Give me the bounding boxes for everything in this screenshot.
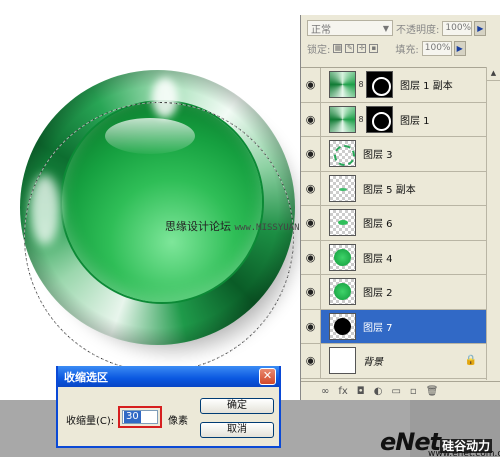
layer-thumbnail[interactable] <box>329 174 356 202</box>
fill-label: 填充: <box>395 44 419 56</box>
layer-list: ◉ 8 图层 1 副本 ◉ 8 图层 1 ◉ 图层 3 ◉ 图层 5 副本 ◉ 图层 6 ◉ 图层 4 ◉ 图… <box>301 67 500 379</box>
layer-row[interactable]: ◉ 图层 7 <box>301 309 500 344</box>
eye-icon[interactable]: ◉ <box>301 275 321 309</box>
contract-amount-value: 30 <box>124 411 141 423</box>
layer-name[interactable]: 图层 2 <box>363 284 393 299</box>
layer-mask-thumbnail[interactable] <box>366 71 393 99</box>
layer-row[interactable]: ◉ 图层 2 <box>301 275 500 310</box>
layer-row[interactable]: ◉ 图层 5 副本 <box>301 171 500 206</box>
chain-link-icon[interactable]: 8 <box>356 115 366 124</box>
cancel-button[interactable]: 取消 <box>200 422 274 438</box>
lock-transparency-icon[interactable]: ▦ <box>333 43 343 53</box>
close-icon: ✕ <box>262 369 273 382</box>
unit-label: 像素 <box>168 416 188 427</box>
eye-icon[interactable]: ◉ <box>301 102 321 136</box>
link-icon[interactable]: ∞ <box>321 386 329 397</box>
mask-icon[interactable]: ◘ <box>357 386 365 397</box>
lock-icon: 🔒 <box>464 355 477 367</box>
opacity-slider-button[interactable]: ▶ <box>474 20 487 36</box>
eye-icon[interactable]: ◉ <box>301 240 321 274</box>
eye-icon[interactable]: ◉ <box>301 206 321 240</box>
layer-thumbnail[interactable] <box>329 347 356 375</box>
contract-amount-label: 收缩量(C): <box>66 416 115 427</box>
adjustment-icon[interactable]: ◐ <box>374 386 383 397</box>
folder-icon[interactable]: ▭ <box>391 386 400 397</box>
layer-thumbnail[interactable] <box>329 209 356 237</box>
eye-icon[interactable]: ◉ <box>301 137 321 171</box>
layer-name[interactable]: 图层 1 <box>400 112 430 127</box>
layer-name[interactable]: 图层 3 <box>363 146 393 161</box>
layers-bottom-toolbar: ∞ fx ◘ ◐ ▭ ▫ 🗑 <box>301 381 500 400</box>
dialog-title: 收缩选区 <box>64 370 108 384</box>
fill-slider-button[interactable]: ▶ <box>453 40 466 56</box>
layer-thumbnail[interactable] <box>329 105 356 133</box>
new-layer-icon[interactable]: ▫ <box>410 386 417 397</box>
layer-thumbnail[interactable] <box>329 278 356 306</box>
highlight-box: 30 <box>118 406 162 428</box>
lock-all-icon[interactable]: ▪ <box>369 43 379 53</box>
eye-icon[interactable]: ◉ <box>301 344 321 378</box>
layer-row[interactable]: ◉ 图层 3 <box>301 137 500 172</box>
fill-input[interactable]: 100% <box>421 40 452 56</box>
watermark-text: 思缘设计论坛 <box>165 220 231 233</box>
layer-thumbnail[interactable] <box>329 312 356 340</box>
contract-selection-dialog: 收缩选区 ✕ 收缩量(C): 30 像素 确定 取消 <box>56 366 281 448</box>
eye-icon[interactable]: ◉ <box>301 68 321 102</box>
logo-domain: www.enet.com.cn <box>428 449 500 459</box>
lock-pixels-icon[interactable]: ✎ <box>345 43 355 53</box>
lock-label: 锁定: <box>307 44 331 56</box>
layer-row[interactable]: ◉ 图层 4 <box>301 240 500 275</box>
ok-button[interactable]: 确定 <box>200 398 274 414</box>
chevron-down-icon: ▼ <box>382 23 389 33</box>
layer-thumbnail[interactable] <box>329 243 356 271</box>
dialog-title-bar[interactable]: 收缩选区 <box>58 366 279 387</box>
layer-row[interactable]: ◉ 图层 6 <box>301 206 500 241</box>
layers-panel: 正常 ▼ 不透明度: 100% ▶ 锁定: ▦ ✎ ✛ ▪ 填充: 100% ▶… <box>300 15 500 400</box>
layer-name[interactable]: 背景 <box>363 353 383 368</box>
layer-name[interactable]: 图层 6 <box>363 215 393 230</box>
contract-amount-input[interactable]: 30 <box>122 410 158 424</box>
trash-icon[interactable]: 🗑 <box>426 386 439 397</box>
fx-icon[interactable]: fx <box>338 386 347 397</box>
layer-name[interactable]: 图层 5 副本 <box>363 181 416 196</box>
layer-name[interactable]: 图层 4 <box>363 250 393 265</box>
blend-mode-select[interactable]: 正常 ▼ <box>307 20 393 36</box>
layers-scrollbar[interactable]: ▲ <box>486 67 500 380</box>
layer-thumbnail[interactable] <box>329 140 356 168</box>
layer-name[interactable]: 图层 7 <box>363 319 393 334</box>
opacity-label: 不透明度: <box>396 24 440 36</box>
close-button[interactable]: ✕ <box>259 368 276 385</box>
layer-row[interactable]: ◉ 背景 🔒 <box>301 344 500 379</box>
layer-mask-thumbnail[interactable] <box>366 105 393 133</box>
layer-row[interactable]: ◉ 8 图层 1 副本 <box>301 68 500 103</box>
eye-icon[interactable]: ◉ <box>301 309 321 343</box>
blend-mode-value: 正常 <box>311 24 331 36</box>
enet-logo: eNet硅谷动力 www.enet.com.cn <box>380 428 500 459</box>
layer-options: 正常 ▼ 不透明度: 100% ▶ 锁定: ▦ ✎ ✛ ▪ 填充: 100% ▶ <box>301 15 500 59</box>
layer-row[interactable]: ◉ 8 图层 1 <box>301 102 500 137</box>
scroll-up-icon[interactable]: ▲ <box>487 67 500 81</box>
eye-icon[interactable]: ◉ <box>301 171 321 205</box>
layer-thumbnail[interactable] <box>329 71 356 99</box>
opacity-input[interactable]: 100% <box>442 20 473 36</box>
chain-link-icon[interactable]: 8 <box>356 80 366 89</box>
layer-name[interactable]: 图层 1 副本 <box>400 77 453 92</box>
lock-position-icon[interactable]: ✛ <box>357 43 367 53</box>
watermark: 思缘设计论坛 www.MISSYUAN.com <box>165 218 321 234</box>
